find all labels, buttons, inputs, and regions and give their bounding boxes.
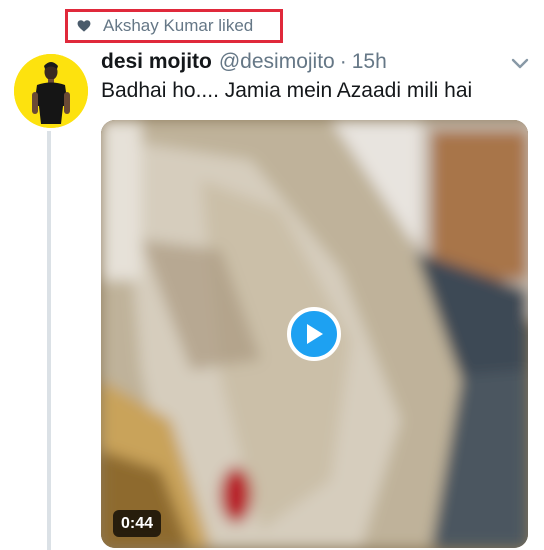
play-icon xyxy=(307,324,323,344)
liked-by-context[interactable]: Akshay Kumar liked xyxy=(65,9,283,43)
tweet-text: Badhai ho.... Jamia mein Azaadi mili hai xyxy=(101,79,473,102)
display-name[interactable]: desi mojito xyxy=(101,50,212,74)
avatar[interactable] xyxy=(14,54,88,128)
video-duration-badge: 0:44 xyxy=(113,510,162,537)
user-handle[interactable]: @desimojito xyxy=(219,50,335,74)
timestamp[interactable]: 15h xyxy=(352,50,387,74)
play-button[interactable] xyxy=(287,307,341,361)
thread-line xyxy=(47,131,51,550)
tweet-header: desi mojito @desimojito · 15h xyxy=(101,50,387,74)
heart-icon xyxy=(77,20,91,32)
liked-by-text: Akshay Kumar liked xyxy=(103,16,254,35)
chevron-down-icon[interactable] xyxy=(510,57,530,71)
video-player[interactable]: 0:44 xyxy=(101,120,528,548)
separator-dot: · xyxy=(339,50,347,73)
avatar-person-image xyxy=(14,54,88,128)
